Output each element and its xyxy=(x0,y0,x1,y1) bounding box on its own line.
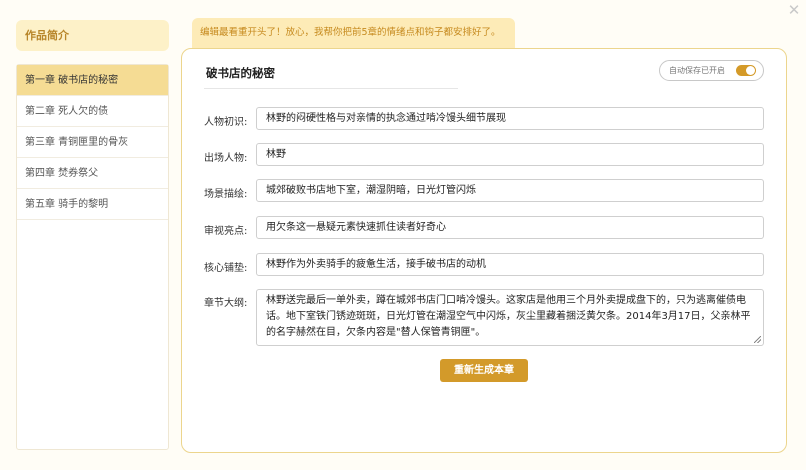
autosave-label: 自动保存已开启 xyxy=(669,66,725,75)
hook-label: 审视亮点: xyxy=(204,226,248,237)
intro-button[interactable]: 作品简介 xyxy=(16,20,169,51)
sidebar-item-chapter-4[interactable]: 第四章 焚券祭父 xyxy=(17,158,168,189)
chapter-title: 破书店的秘密 xyxy=(206,66,275,80)
chapter-sidebar: 第一章 破书店的秘密 第二章 死人欠的债 第三章 青铜匣里的骨灰 第四章 焚券祭… xyxy=(16,64,169,450)
character-input[interactable]: 林野的闷硬性格与对亲情的执念通过啃冷馒头细节展现 xyxy=(256,107,764,130)
cast-label: 出场人物: xyxy=(204,153,248,164)
scene-label: 场景描绘: xyxy=(204,189,248,200)
scene-input[interactable]: 城郊破败书店地下室，潮湿阴暗，日光灯管闪烁 xyxy=(256,179,764,202)
cast-input[interactable]: 林野 xyxy=(256,143,764,166)
close-icon[interactable]: ✕ xyxy=(786,2,802,18)
sidebar-item-chapter-3[interactable]: 第三章 青铜匣里的骨灰 xyxy=(17,127,168,158)
sidebar-item-chapter-1[interactable]: 第一章 破书店的秘密 xyxy=(17,65,168,96)
regenerate-chapter-button[interactable]: 重新生成本章 xyxy=(440,359,528,382)
title-divider xyxy=(204,88,458,89)
toggle-switch-icon[interactable] xyxy=(736,65,756,76)
setup-label: 核心铺垫: xyxy=(204,263,248,274)
character-label: 人物初识: xyxy=(204,117,248,128)
resize-handle-icon[interactable] xyxy=(754,336,761,343)
outline-text: 林野送完最后一单外卖，蹲在城郊书店门口啃冷馒头。这家店是他用三个月外卖提成盘下的… xyxy=(266,295,751,338)
sidebar-item-chapter-2[interactable]: 第二章 死人欠的债 xyxy=(17,96,168,127)
hook-input[interactable]: 用欠条这一悬疑元素快速抓住读者好奇心 xyxy=(256,216,764,239)
sidebar-item-chapter-5[interactable]: 第五章 骑手的黎明 xyxy=(17,189,168,220)
outline-label: 章节大纲: xyxy=(204,298,248,309)
outline-textarea[interactable]: 林野送完最后一单外卖，蹲在城郊书店门口啃冷馒头。这家店是他用三个月外卖提成盘下的… xyxy=(256,289,764,346)
setup-input[interactable]: 林野作为外卖骑手的疲惫生活，接手破书店的动机 xyxy=(256,253,764,276)
autosave-toggle[interactable]: 自动保存已开启 xyxy=(659,60,764,81)
tip-banner: 编辑最看重开头了！放心，我帮你把前5章的情绪点和钩子都安排好了。 xyxy=(192,18,515,48)
chapter-panel: 破书店的秘密 自动保存已开启 人物初识: 林野的闷硬性格与对亲情的执念通过啃冷馒… xyxy=(181,48,787,453)
